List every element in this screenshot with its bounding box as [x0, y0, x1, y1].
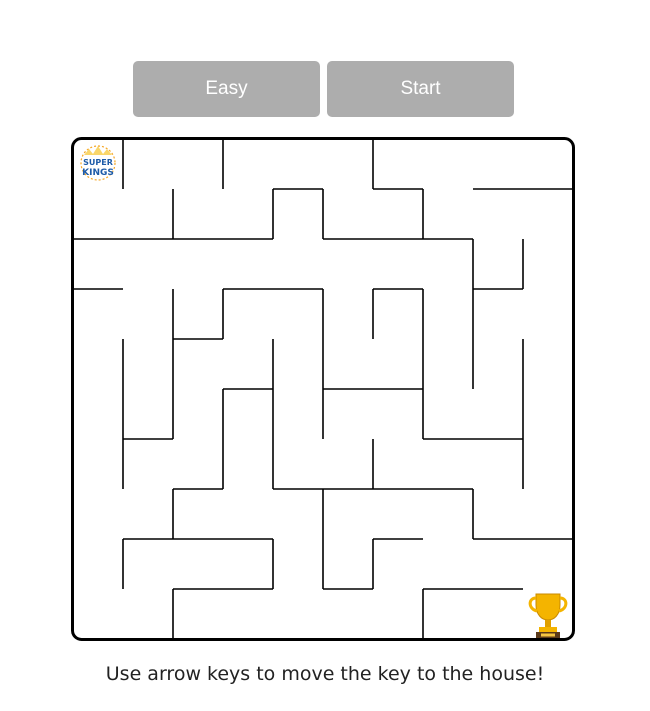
maze-walls	[71, 137, 575, 641]
logo-text-super: SUPER	[83, 158, 113, 167]
instructions-text: Use arrow keys to move the key to the ho…	[105, 663, 545, 685]
maze-board[interactable]: SUPER KINGS	[71, 137, 575, 641]
super-kings-logo-icon: SUPER KINGS	[80, 145, 116, 181]
logo-text-kings: KINGS	[82, 168, 114, 178]
player-token[interactable]: SUPER KINGS	[75, 141, 121, 185]
difficulty-button[interactable]: Easy	[133, 61, 320, 117]
start-button[interactable]: Start	[327, 61, 514, 117]
goal-trophy	[523, 589, 573, 639]
controls-bar: Easy Start	[133, 61, 514, 117]
trophy-icon	[528, 593, 568, 638]
